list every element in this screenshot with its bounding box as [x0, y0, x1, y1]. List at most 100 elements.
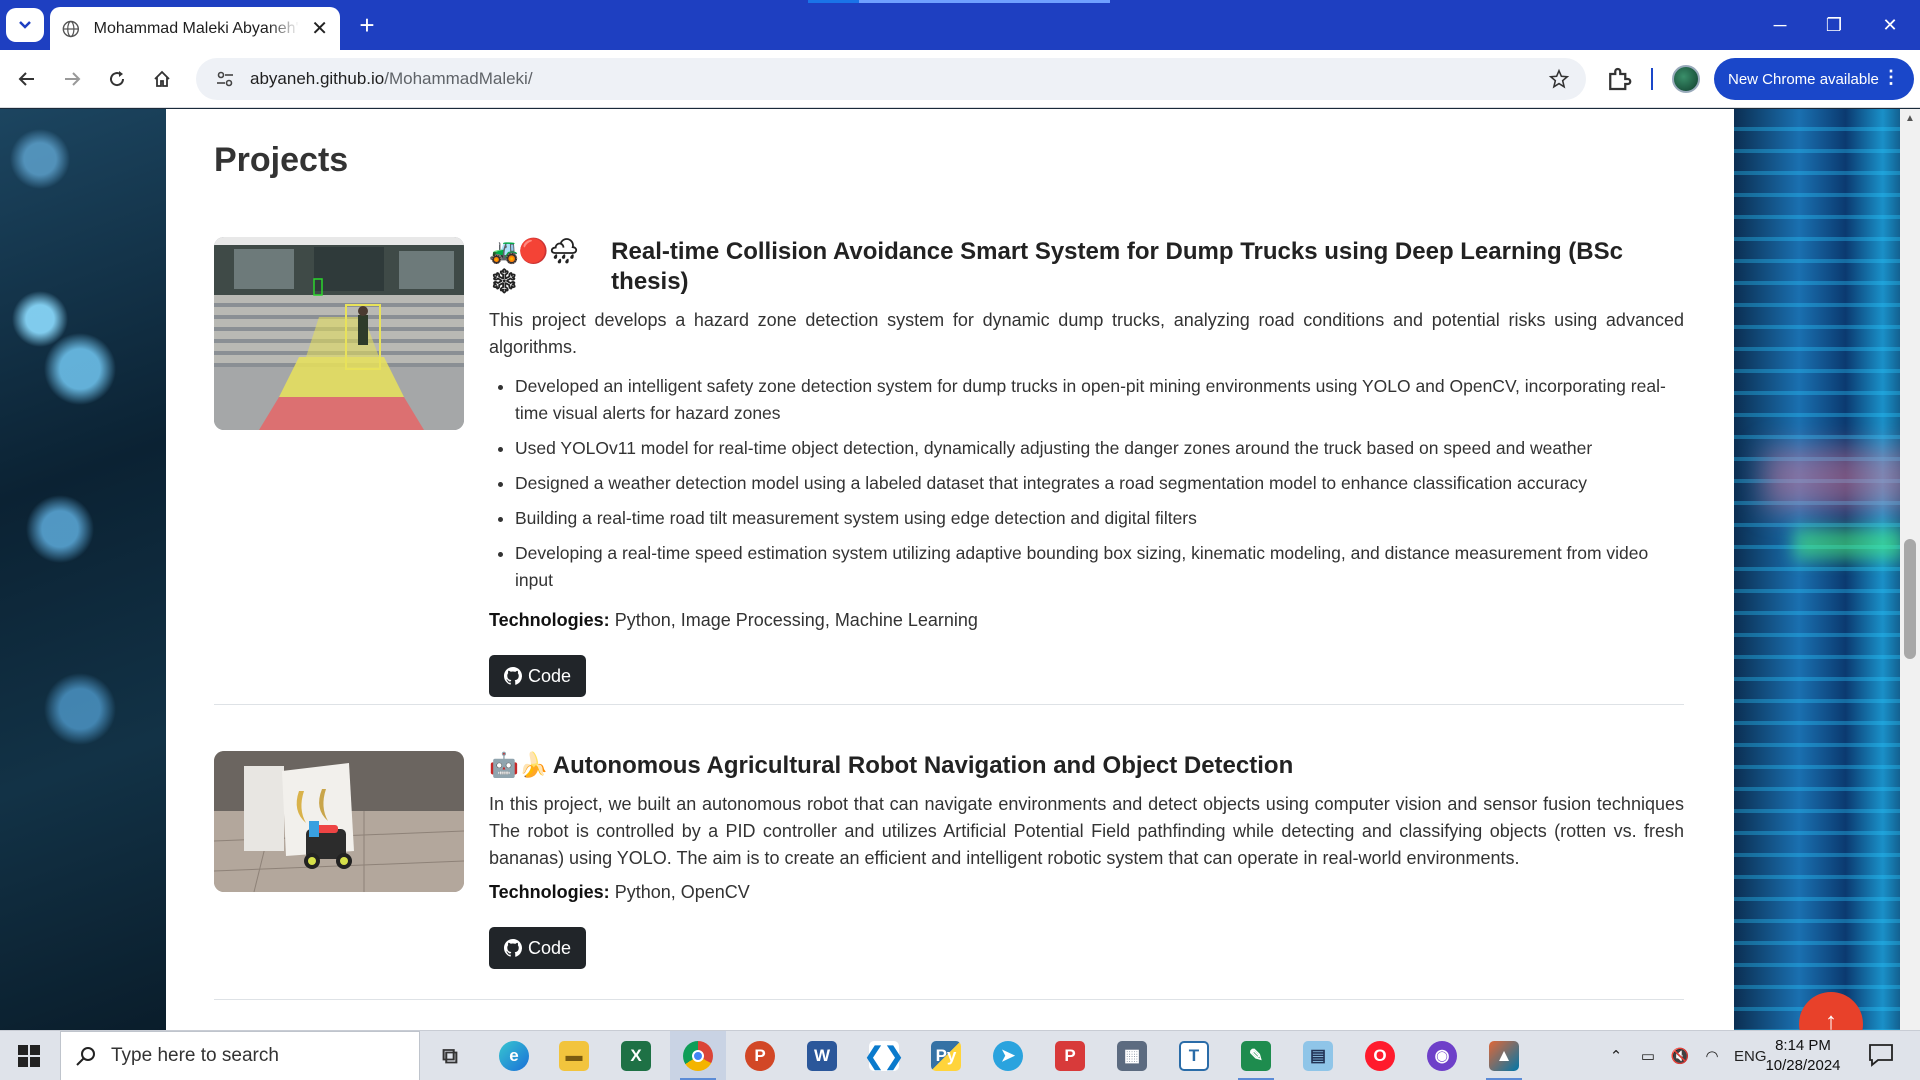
home-button[interactable]: [145, 62, 179, 96]
taskbar-app-vscode[interactable]: ❮❯: [856, 1031, 912, 1080]
url-host: abyaneh.github.io: [250, 69, 385, 88]
taskbar-app-powerpoint[interactable]: P: [732, 1031, 788, 1080]
taskbar-app-github-desktop[interactable]: ◉: [1414, 1031, 1470, 1080]
taskbar-app-file-explorer[interactable]: ▬: [546, 1031, 602, 1080]
forward-button[interactable]: [55, 62, 89, 96]
taskbar-app-python[interactable]: Py: [918, 1031, 974, 1080]
chevron-down-icon: [19, 21, 31, 29]
typora-icon: T: [1179, 1041, 1209, 1071]
tab-strip: Mohammad Maleki Abyaneh's Portfolio ✕ + …: [0, 0, 1920, 50]
edge-icon: e: [499, 1041, 529, 1071]
volume-muted-icon[interactable]: 🔇: [1669, 1047, 1691, 1065]
taskbar-app-telegram[interactable]: ➤: [980, 1031, 1036, 1080]
excel-icon: X: [621, 1041, 651, 1071]
tab-load-progress: [808, 0, 1110, 3]
reload-button[interactable]: [100, 62, 134, 96]
matlab-icon: ▲: [1489, 1041, 1519, 1071]
tab-search-button[interactable]: [6, 8, 44, 42]
more-menu-icon[interactable]: ⋮: [1882, 67, 1900, 88]
project-title: Autonomous Agricultural Robot Navigation…: [552, 752, 1294, 779]
technologies-value: Python, Image Processing, Machine Learni…: [614, 610, 978, 630]
notepad-icon: ▤: [1303, 1041, 1333, 1071]
forward-arrow-icon: [65, 72, 81, 86]
task-view-icon: ⧉: [442, 1043, 458, 1068]
project-highlights-list: Developed an intelligent safety zone det…: [489, 373, 1684, 594]
tab-title: Mohammad Maleki Abyaneh's Portfolio: [93, 19, 300, 37]
clock-date: 10/28/2024: [1765, 1057, 1841, 1074]
technologies-label: Technologies:: [489, 882, 610, 902]
project-emoji: 🚜🔴🌧❄: [489, 238, 580, 295]
taskbar-app-excel[interactable]: X: [608, 1031, 664, 1080]
close-window-button[interactable]: ✕: [1862, 0, 1918, 50]
list-item: Developing a real-time speed estimation …: [515, 540, 1684, 594]
project-technologies: Technologies: Python, OpenCV: [489, 882, 1684, 903]
calculator-icon: ▦: [1117, 1041, 1147, 1071]
taskbar-app-word[interactable]: W: [794, 1031, 850, 1080]
close-tab-icon[interactable]: ✕: [311, 16, 328, 41]
powerpoint-icon: P: [745, 1041, 775, 1071]
scrollbar-thumb[interactable]: [1904, 539, 1916, 659]
taskbar-app-chrome[interactable]: [670, 1031, 726, 1080]
profile-avatar[interactable]: [1672, 65, 1700, 93]
folder-icon: ▬: [559, 1041, 589, 1071]
technologies-label: Technologies:: [489, 610, 610, 630]
project-title: Real-time Collision Avoidance Smart Syst…: [611, 238, 1623, 295]
restore-button[interactable]: ❐: [1806, 0, 1862, 50]
taskbar-app-matlab[interactable]: ▲: [1476, 1031, 1532, 1080]
taskbar-app-edge[interactable]: e: [486, 1031, 542, 1080]
scroll-up-arrow-icon[interactable]: ▲: [1905, 113, 1915, 124]
taskbar-app-notepad[interactable]: ▤: [1290, 1031, 1346, 1080]
start-button[interactable]: [0, 1031, 58, 1080]
project-divider: [214, 704, 1684, 705]
taskbar-search-box[interactable]: Type here to search: [60, 1031, 420, 1080]
taskbar-app-calculator[interactable]: ▦: [1104, 1031, 1160, 1080]
page-scrollbar[interactable]: ▲: [1900, 109, 1920, 1030]
address-bar[interactable]: abyaneh.github.io/MohammadMaleki/: [196, 58, 1586, 100]
list-item: Building a real-time road tilt measureme…: [515, 505, 1684, 532]
notifications-icon[interactable]: [1868, 1043, 1894, 1067]
home-icon: [154, 70, 170, 87]
technologies-value: Python, OpenCV: [614, 882, 750, 902]
telegram-icon: ➤: [993, 1041, 1023, 1071]
chevron-up-icon[interactable]: ⌃: [1605, 1047, 1627, 1065]
taskbar-app-typora[interactable]: T: [1166, 1031, 1222, 1080]
taskbar-app-pomodoro[interactable]: P: [1042, 1031, 1098, 1080]
project-description: This project develops a hazard zone dete…: [489, 310, 1684, 357]
project-technologies: Technologies: Python, Image Processing, …: [489, 610, 1684, 631]
section-title: Projects: [214, 141, 349, 179]
code-button[interactable]: Code: [489, 927, 587, 969]
back-button[interactable]: [10, 62, 44, 96]
system-tray: ⌃ ▭ 🔇 ◠ ENG: [1600, 1031, 1773, 1080]
active-tab[interactable]: Mohammad Maleki Abyaneh's Portfolio ✕: [50, 7, 340, 50]
wifi-icon[interactable]: ◠: [1701, 1047, 1723, 1065]
task-view-button[interactable]: ⧉: [422, 1031, 478, 1080]
taskbar-app-cursor[interactable]: ✎: [1228, 1031, 1284, 1080]
url-text[interactable]: abyaneh.github.io/MohammadMaleki/: [250, 69, 533, 89]
new-chrome-available-button[interactable]: New Chrome available ⋮: [1714, 58, 1914, 100]
background-image-right: [1734, 109, 1920, 1030]
windows-logo-icon: [18, 1045, 40, 1067]
search-icon: [76, 1047, 95, 1066]
back-arrow-icon: [18, 72, 34, 86]
project-thumbnail-robot[interactable]: [214, 751, 464, 892]
page-viewport: Projects 🚜🔴🌧❄ Real-time Collision Avoida…: [0, 109, 1920, 1030]
extensions-puzzle-icon[interactable]: [1604, 64, 1634, 94]
p-app-icon: P: [1055, 1041, 1085, 1071]
vscode-icon: ❮❯: [863, 1041, 905, 1071]
background-image-left: [0, 109, 166, 1030]
site-info-icon[interactable]: [214, 68, 236, 90]
python-icon: Py: [931, 1041, 961, 1071]
battery-icon[interactable]: ▭: [1637, 1047, 1659, 1065]
code-button[interactable]: Code: [489, 655, 587, 697]
bookmark-star-icon[interactable]: [1548, 68, 1570, 90]
new-tab-button[interactable]: +: [352, 10, 382, 40]
word-icon: W: [807, 1041, 837, 1071]
list-item: Designed a weather detection model using…: [515, 470, 1684, 497]
project-thumbnail-collision[interactable]: [214, 237, 464, 430]
taskbar-app-opera[interactable]: O: [1352, 1031, 1408, 1080]
minimize-button[interactable]: ─: [1752, 0, 1808, 50]
taskbar-clock[interactable]: 8:14 PM 10/28/2024: [1753, 1036, 1853, 1076]
code-button-label: Code: [528, 937, 572, 958]
opera-icon: O: [1365, 1041, 1395, 1071]
cursor-icon: ✎: [1241, 1041, 1271, 1071]
